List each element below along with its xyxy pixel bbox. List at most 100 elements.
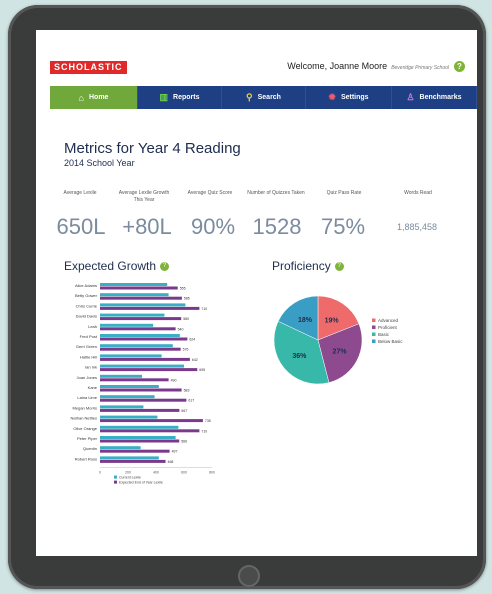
data-label: 555: [180, 287, 186, 291]
bar-expected: [100, 378, 169, 382]
data-label: 576: [183, 348, 189, 352]
home-button[interactable]: [238, 565, 260, 587]
main-nav: ⌂ Home ▥ Reports ⚲ Search ✹ Settings ♙ B…: [50, 86, 477, 109]
category-label: Leah: [88, 324, 97, 329]
proficiency-title: Proficiency?: [272, 259, 344, 273]
bar-current: [100, 323, 154, 327]
category-label: Fred Post: [80, 334, 98, 339]
legend-swatch: [372, 332, 376, 336]
tab-label: Reports: [173, 94, 200, 101]
category-label: Nathan Nettles: [71, 416, 97, 421]
legend-swatch: [114, 475, 117, 479]
slice-label: 36%: [292, 353, 307, 360]
data-label: 710: [201, 307, 207, 311]
info-icon[interactable]: ?: [160, 262, 170, 272]
category-label: Peter Piper: [77, 436, 98, 441]
bar-current: [100, 456, 159, 460]
bar-expected: [100, 317, 182, 321]
data-label: 710: [201, 429, 207, 433]
metric-label: Number of Quizzes Taken: [247, 190, 305, 196]
expected-growth-title: Expected Growth?: [64, 259, 170, 273]
legend-swatch: [114, 480, 117, 484]
bar-expected: [100, 357, 190, 361]
bar-current: [100, 283, 168, 286]
category-label: Olive Orange: [73, 426, 97, 431]
bar-current: [100, 395, 155, 399]
metric-value: 1,885,458: [396, 222, 438, 232]
bar-current: [100, 313, 165, 317]
bar-expected: [100, 347, 181, 351]
bar-current: [100, 303, 186, 307]
tick-label: 400: [153, 471, 159, 475]
bar-expected: [100, 337, 188, 341]
bar-expected: [100, 398, 187, 402]
category-label: Hattie Hill: [80, 354, 97, 359]
category-label: Gerri Green: [76, 344, 97, 349]
metric-label: Average Lexile Growth This Year: [118, 190, 170, 203]
data-label: 735: [205, 419, 211, 423]
bar-current: [100, 344, 173, 348]
bar-expected: [100, 306, 200, 310]
data-label: 468: [168, 460, 174, 464]
bar-expected: [100, 408, 180, 412]
bar-expected: [100, 439, 180, 443]
category-label: David Davis: [76, 314, 97, 319]
metric-label: Average Lexile: [63, 190, 97, 196]
legend-label: Advanced: [378, 318, 399, 323]
screen: SCHOLASTIC Welcome, Joanne Moore Beveridg…: [36, 30, 477, 556]
category-label: Laina Lime: [77, 395, 97, 400]
data-label: 540: [178, 327, 184, 331]
slice-label: 18%: [298, 317, 313, 324]
category-label: Megan Morris: [73, 405, 97, 410]
scholastic-logo[interactable]: SCHOLASTIC: [50, 61, 127, 74]
tick-label: 200: [125, 471, 131, 475]
page-subtitle: 2014 School Year: [64, 158, 135, 168]
info-icon[interactable]: ?: [334, 262, 344, 272]
bar-current: [100, 354, 162, 358]
section-title-text: Proficiency: [272, 259, 331, 273]
home-icon: ⌂: [78, 92, 84, 103]
welcome-user: Welcome, Joanne Moore: [287, 61, 388, 71]
metric-label: Average Quiz Score: [187, 190, 233, 196]
tab-search[interactable]: ⚲ Search: [222, 86, 306, 109]
data-label: 583: [184, 389, 190, 393]
data-label: 642: [192, 358, 198, 362]
tick-label: 0: [99, 471, 101, 475]
category-label: Betty Gower: [75, 293, 98, 298]
tab-benchmarks[interactable]: ♙ Benchmarks: [392, 86, 477, 109]
bar-expected: [100, 388, 182, 392]
help-icon[interactable]: ?: [454, 61, 465, 72]
tab-home[interactable]: ⌂ Home: [50, 86, 138, 109]
metric-value: 650L: [56, 214, 106, 239]
bar-current: [100, 405, 144, 409]
tablet-frame: SCHOLASTIC Welcome, Joanne Moore Beveridg…: [8, 5, 486, 589]
legend-label: Current Lexile: [119, 476, 141, 480]
data-label: 567: [181, 409, 187, 413]
tab-label: Settings: [340, 94, 369, 101]
bar-current: [100, 374, 142, 378]
bar-expected: [100, 429, 200, 433]
bar-expected: [100, 459, 166, 463]
category-label: Kane: [88, 385, 98, 390]
bar-current: [100, 425, 179, 429]
category-label: Alice Adams: [75, 283, 97, 288]
metric-value: 75%: [320, 214, 366, 239]
bar-expected: [100, 419, 203, 423]
metric-label: Quiz Pass Rate: [326, 190, 362, 196]
data-label: 624: [189, 338, 195, 342]
bar-current: [100, 364, 184, 368]
section-title-text: Expected Growth: [64, 259, 157, 273]
bar-expected: [100, 296, 182, 300]
metric-value: +80L: [122, 214, 172, 239]
data-label: 566: [181, 440, 187, 444]
bar-expected: [100, 286, 178, 290]
person-icon: ♙: [406, 92, 415, 102]
bar-expected: [100, 368, 198, 372]
tab-reports[interactable]: ▥ Reports: [138, 86, 222, 109]
category-label: Chris Currie: [76, 303, 98, 308]
bar-current: [100, 293, 169, 297]
tab-settings[interactable]: ✹ Settings: [306, 86, 392, 109]
bar-current: [100, 415, 158, 419]
metric-value: 1528: [252, 214, 302, 239]
legend-label: Proficient: [378, 325, 398, 330]
